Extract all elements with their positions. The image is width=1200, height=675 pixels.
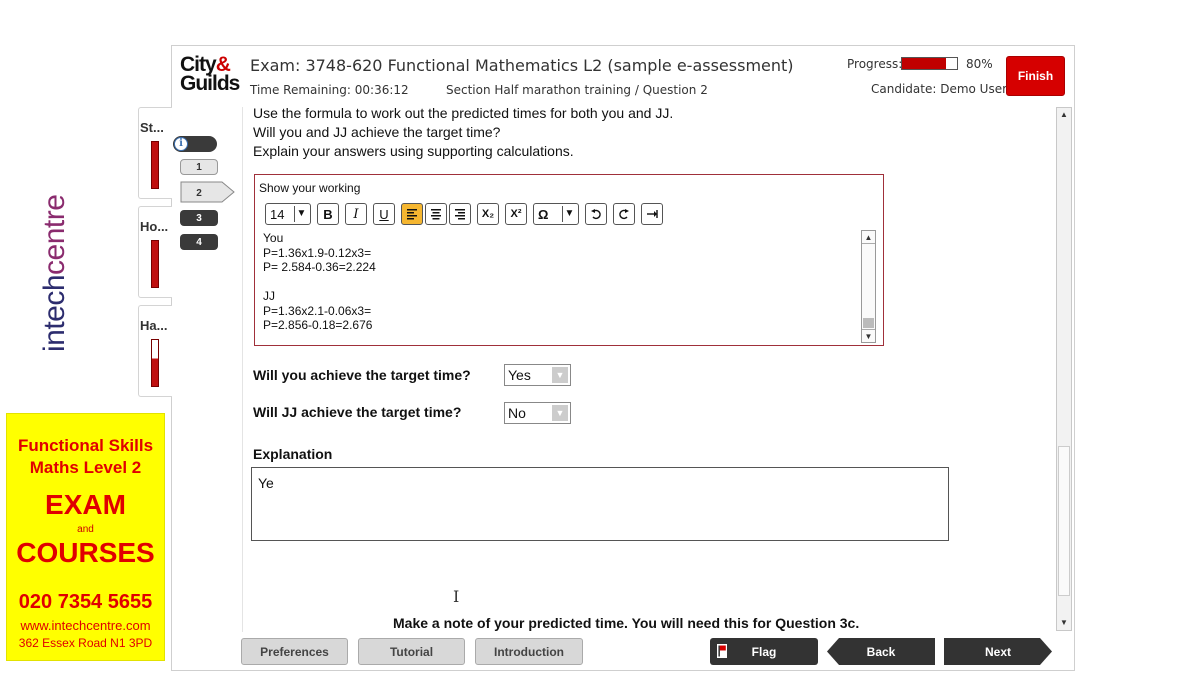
- section-progress-bar: [151, 339, 159, 387]
- align-center-button[interactable]: [425, 203, 447, 225]
- question-nav-1[interactable]: 1: [180, 159, 218, 175]
- section-progress-bar: [151, 240, 159, 288]
- undo-button[interactable]: [585, 203, 607, 225]
- align-center-icon: [431, 209, 441, 220]
- question-nav-3[interactable]: 3: [180, 210, 218, 226]
- logo-text-centre: centre: [38, 194, 71, 275]
- working-title: Show your working: [259, 181, 361, 195]
- answer-you-value: Yes: [508, 367, 531, 383]
- flag-label: Flag: [751, 644, 777, 659]
- section-tab-label: St...: [140, 120, 164, 135]
- undo-icon: [591, 209, 601, 220]
- font-size-select[interactable]: 14 ▼: [265, 203, 311, 225]
- redo-button[interactable]: [613, 203, 635, 225]
- question-jj-label: Will JJ achieve the target time?: [253, 404, 462, 420]
- font-size-value: 14: [270, 206, 285, 222]
- promo-courses: COURSES: [16, 537, 155, 568]
- explanation-input[interactable]: Ye: [251, 467, 949, 541]
- scroll-down-icon[interactable]: ▼: [862, 329, 875, 342]
- question-nav-4[interactable]: 4: [180, 234, 218, 250]
- question-nav-2-label: 2: [196, 187, 202, 199]
- answer-jj-value: No: [508, 405, 526, 421]
- section-label: Section Half marathon training / Questio…: [446, 83, 708, 97]
- progress-label: Progress:: [847, 57, 903, 71]
- promo-phone: 020 7354 5655: [18, 591, 153, 613]
- finish-button[interactable]: Finish: [1006, 56, 1065, 96]
- tutorial-button[interactable]: Tutorial: [358, 638, 465, 665]
- promo-website: www.intechcentre.com: [20, 618, 151, 633]
- section-tab-ho[interactable]: Ho...: [138, 206, 172, 298]
- special-char-select[interactable]: Ω ▼: [533, 203, 579, 225]
- promo-address: 362 Essex Road N1 3PD: [18, 636, 153, 650]
- align-right-button[interactable]: [449, 203, 471, 225]
- flag-icon: [717, 644, 727, 658]
- preferences-button[interactable]: Preferences: [241, 638, 348, 665]
- promo-line1: Functional Skills: [17, 436, 154, 455]
- tab-indent-button[interactable]: [641, 203, 663, 225]
- progress-bar: [901, 57, 958, 70]
- underline-button[interactable]: U: [373, 203, 395, 225]
- section-tab-ha[interactable]: Ha...: [138, 305, 172, 397]
- promo-line2: Maths Level 2: [29, 458, 142, 477]
- question-line-3: Explain your answers using supporting ca…: [253, 143, 574, 159]
- promo-and: and: [77, 524, 94, 535]
- question-line-1: Use the formula to work out the predicte…: [253, 107, 674, 121]
- scroll-down-icon[interactable]: ▼: [1057, 616, 1071, 630]
- tab-icon: [647, 210, 658, 218]
- align-right-icon: [455, 209, 465, 220]
- question-note: Make a note of your predicted time. You …: [393, 615, 860, 631]
- section-tab-label: Ha...: [140, 318, 168, 333]
- promo-banner: Functional Skills Maths Level 2 EXAM and…: [6, 413, 165, 661]
- exam-title: Exam: 3748-620 Functional Mathematics L2…: [250, 56, 794, 75]
- italic-button[interactable]: I: [345, 203, 367, 225]
- align-left-icon: [407, 209, 417, 220]
- omega-icon: Ω: [538, 206, 549, 222]
- scroll-thumb[interactable]: [863, 318, 874, 328]
- back-button[interactable]: Back: [827, 638, 935, 665]
- question-content: Use the formula to work out the predicte…: [242, 107, 1052, 632]
- superscript-button[interactable]: X²: [505, 203, 527, 225]
- working-editor[interactable]: Show your working 14 ▼ B I U X₂ X² Ω ▼ Y…: [254, 174, 884, 346]
- next-button[interactable]: Next: [944, 638, 1052, 665]
- scroll-thumb[interactable]: [1058, 446, 1070, 596]
- align-left-button[interactable]: [401, 203, 423, 225]
- subscript-button[interactable]: X₂: [477, 203, 499, 225]
- section-tab-st[interactable]: St...: [138, 107, 172, 199]
- section-progress-bar: [151, 141, 159, 189]
- progress-fill: [902, 58, 946, 69]
- scroll-up-icon[interactable]: ▲: [1057, 108, 1071, 122]
- logo-guilds: Guilds: [180, 72, 240, 95]
- answer-jj-select[interactable]: No ▼: [504, 402, 571, 424]
- promo-exam: EXAM: [45, 489, 126, 520]
- working-scrollbar[interactable]: ▲ ▼: [861, 230, 876, 343]
- scroll-up-icon[interactable]: ▲: [862, 231, 875, 244]
- time-remaining: Time Remaining: 00:36:12: [250, 83, 409, 97]
- main-scrollbar[interactable]: ▲ ▼: [1056, 107, 1072, 631]
- chevron-down-icon: ▼: [562, 206, 576, 222]
- text-cursor-icon: I: [453, 587, 460, 606]
- answer-you-select[interactable]: Yes ▼: [504, 364, 571, 386]
- flag-button[interactable]: Flag: [710, 638, 818, 665]
- introduction-button[interactable]: Introduction: [475, 638, 583, 665]
- exam-header: City& Guilds Exam: 3748-620 Functional M…: [172, 46, 1074, 106]
- progress-percent: 80%: [966, 57, 993, 71]
- working-text[interactable]: You P=1.36x1.9-0.12x3= P= 2.584-0.36=2.2…: [263, 231, 853, 333]
- question-line-2: Will you and JJ achieve the target time?: [253, 124, 501, 140]
- chevron-down-icon: ▼: [294, 206, 308, 222]
- question-you-label: Will you achieve the target time?: [253, 367, 471, 383]
- city-guilds-logo: City& Guilds: [180, 54, 240, 95]
- explanation-label: Explanation: [253, 446, 333, 462]
- chevron-down-icon: ▼: [552, 367, 568, 383]
- intechcentre-logo: intechcentre: [38, 195, 72, 352]
- bold-button[interactable]: B: [317, 203, 339, 225]
- info-icon[interactable]: i: [173, 136, 217, 152]
- redo-icon: [619, 209, 629, 220]
- logo-text-intech: intech: [38, 274, 71, 352]
- candidate-name: Candidate: Demo User: [871, 82, 1008, 96]
- section-tab-label: Ho...: [140, 219, 169, 234]
- chevron-down-icon: ▼: [552, 405, 568, 421]
